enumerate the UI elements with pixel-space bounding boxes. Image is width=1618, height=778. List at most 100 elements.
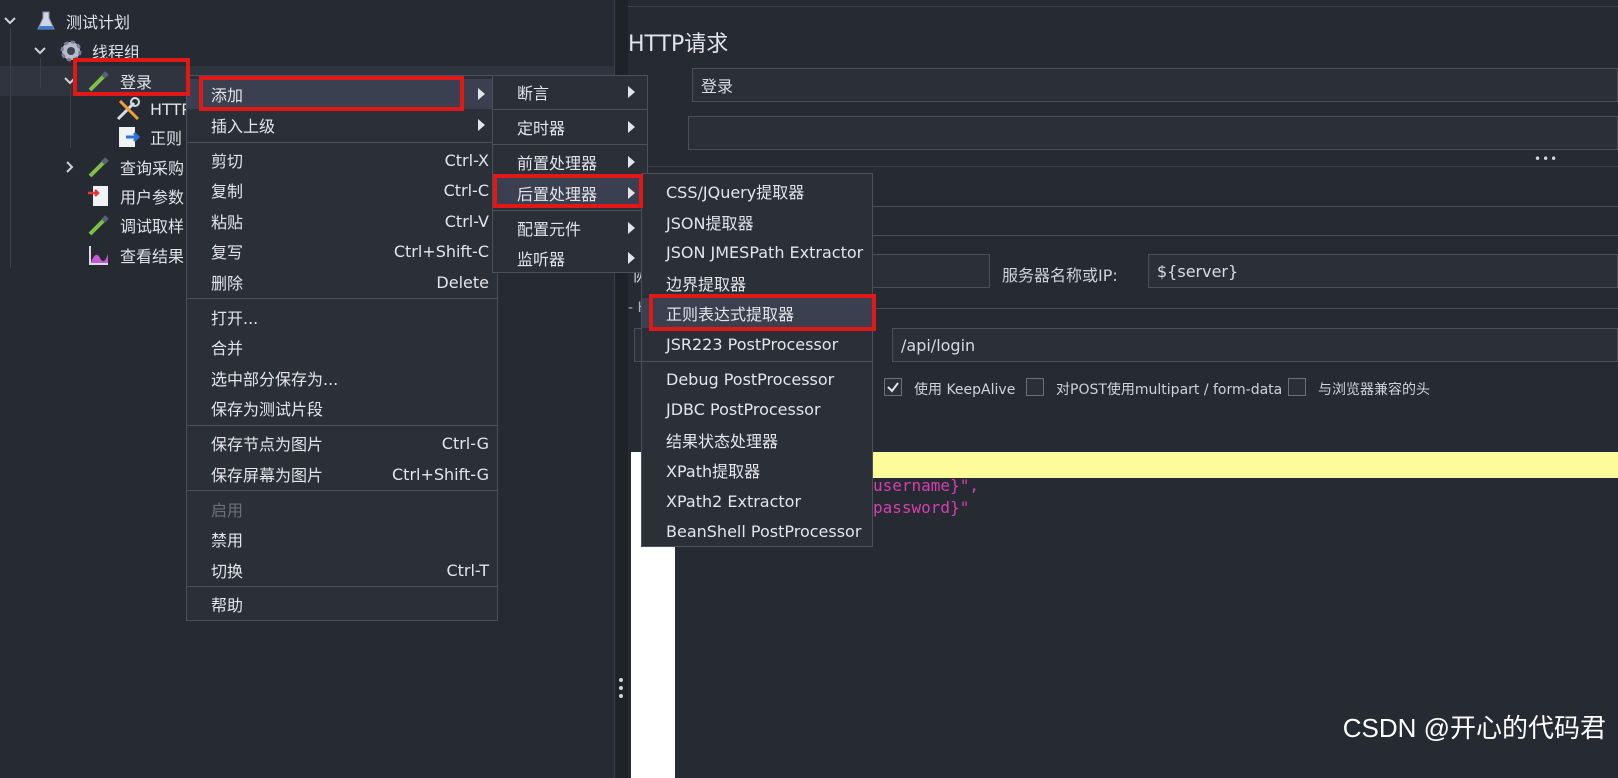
multipart-checkbox[interactable]: [1026, 378, 1044, 396]
tree-item-view-results[interactable]: 查看结果: [86, 240, 184, 270]
menu-item-label: 粘贴: [211, 213, 244, 232]
menu-item-label: JSR223 PostProcessor: [666, 334, 839, 354]
annotation-box-add: [199, 76, 464, 111]
menu-shortcut: Ctrl-G: [441, 433, 489, 453]
menu-item-label: 保存为测试片段: [211, 400, 324, 419]
drag-handle-dot: [619, 686, 623, 690]
menu-item-label: 配置元件: [517, 220, 582, 239]
tree-item-regex[interactable]: 正则: [114, 122, 182, 152]
menu-item-label: JSON JMESPath Extractor: [666, 242, 864, 262]
menu-item-help[interactable]: 帮助: [187, 589, 497, 619]
code-line: password}": [873, 498, 970, 517]
path-field-value: /api/login: [901, 335, 976, 355]
pipette-icon: [88, 157, 109, 178]
menu-item-delete[interactable]: 删除 Delete: [187, 267, 497, 297]
submenu-item-xpath[interactable]: XPath提取器: [642, 455, 872, 485]
chevron-down-icon[interactable]: [2, 13, 18, 29]
menu-item-label: 禁用: [211, 531, 244, 550]
tree-item-label: 查询采购: [120, 159, 185, 178]
tree-item-http[interactable]: HTTP: [114, 94, 191, 124]
submenu-item-jsr223[interactable]: JSR223 PostProcessor: [642, 329, 872, 359]
menu-item-open[interactable]: 打开...: [187, 302, 497, 332]
menu-item-label: 监听器: [517, 250, 566, 269]
postprocessor-submenu: CSS/JQuery提取器 JSON提取器 JSON JMESPath Extr…: [641, 173, 873, 547]
divider: [628, 166, 1618, 167]
menu-shortcut: Ctrl-T: [446, 560, 489, 580]
name-field[interactable]: 登录: [692, 68, 1618, 102]
menu-item-label: 边界提取器: [666, 275, 747, 294]
tree-item-test-plan[interactable]: 测试计划: [2, 6, 130, 36]
submenu-arrow-icon: [628, 156, 635, 168]
protocol-field[interactable]: [872, 254, 990, 288]
tree-item-debug-sampler[interactable]: 调试取样: [86, 210, 184, 240]
menu-item-cut[interactable]: 剪切 Ctrl-X: [187, 145, 497, 175]
menu-item-save-selection[interactable]: 选中部分保存为...: [187, 363, 497, 393]
menu-separator: [187, 586, 497, 587]
menu-item-toggle[interactable]: 切换 Ctrl-T: [187, 555, 497, 585]
comment-field[interactable]: [688, 116, 1618, 150]
menu-item-label: 合并: [211, 339, 244, 358]
submenu-item-timer[interactable]: 定时器: [493, 112, 647, 142]
menu-item-paste[interactable]: 粘贴 Ctrl-V: [187, 206, 497, 236]
tree-item-query[interactable]: 查询采购: [62, 152, 184, 182]
menu-item-label: 删除: [211, 274, 244, 293]
server-field-value: ${server}: [1157, 261, 1239, 281]
annotation-box-postprocessor: [493, 174, 643, 208]
menu-shortcut: Ctrl-X: [444, 150, 489, 170]
menu-item-label: 结果状态处理器: [666, 432, 779, 451]
menu-item-disable[interactable]: 禁用: [187, 524, 497, 554]
chevron-right-icon[interactable]: [62, 159, 78, 175]
tree-item-label: 用户参数: [120, 188, 185, 207]
submenu-arrow-icon: [478, 88, 485, 100]
server-label: 服务器名称或IP:: [1002, 266, 1118, 285]
browser-headers-label: 与浏览器兼容的头: [1318, 382, 1430, 398]
menu-item-label: Debug PostProcessor: [666, 369, 835, 389]
submenu-item-preprocessor[interactable]: 前置处理器: [493, 147, 647, 177]
submenu-item-beanshell[interactable]: BeanShell PostProcessor: [642, 516, 872, 546]
submenu-item-result-status[interactable]: 结果状态处理器: [642, 425, 872, 455]
path-field[interactable]: /api/login: [892, 328, 1618, 362]
submenu-item-assertion[interactable]: 断言: [493, 77, 647, 107]
menu-shortcut: Ctrl-V: [444, 211, 489, 231]
menu-item-save-fragment[interactable]: 保存为测试片段: [187, 393, 497, 423]
menu-item-duplicate[interactable]: 复写 Ctrl+Shift-C: [187, 236, 497, 266]
submenu-item-jdbc[interactable]: JDBC PostProcessor: [642, 394, 872, 424]
menu-separator: [187, 142, 497, 143]
chevron-down-icon[interactable]: [32, 43, 48, 59]
keepalive-checkbox[interactable]: [884, 378, 902, 396]
submenu-item-listener[interactable]: 监听器: [493, 243, 647, 273]
submenu-item-jmespath[interactable]: JSON JMESPath Extractor: [642, 237, 872, 267]
annotation-box-regex: [649, 294, 876, 331]
submenu-item-config[interactable]: 配置元件: [493, 213, 647, 243]
menu-item-label: 帮助: [211, 596, 244, 615]
menu-separator: [187, 490, 497, 491]
menu-item-insert-parent[interactable]: 插入上级: [187, 110, 497, 140]
menu-item-save-screen-image[interactable]: 保存屏幕为图片 Ctrl+Shift-G: [187, 459, 497, 489]
browser-headers-checkbox[interactable]: [1288, 378, 1306, 396]
flask-icon: [37, 11, 55, 30]
menu-item-label: 复制: [211, 182, 244, 201]
submenu-item-debug[interactable]: Debug PostProcessor: [642, 364, 872, 394]
panel-title: HTTP请求: [628, 32, 729, 57]
drag-handle-dot: [619, 678, 623, 682]
menu-item-label: 定时器: [517, 119, 566, 138]
tree-item-user-params[interactable]: 用户参数: [86, 181, 184, 211]
menu-item-merge[interactable]: 合并: [187, 332, 497, 362]
menu-item-label: 插入上级: [211, 117, 276, 136]
submenu-item-xpath2[interactable]: XPath2 Extractor: [642, 486, 872, 516]
submenu-item-css-jquery[interactable]: CSS/JQuery提取器: [642, 176, 872, 206]
menu-item-save-node-image[interactable]: 保存节点为图片 Ctrl-G: [187, 428, 497, 458]
code-line: username}",: [873, 476, 979, 495]
wrench-icon: [116, 97, 140, 121]
server-field[interactable]: ${server}: [1148, 254, 1618, 288]
menu-item-label: 前置处理器: [517, 154, 598, 173]
menu-item-enable: 启用: [187, 494, 497, 524]
menu-item-copy[interactable]: 复制 Ctrl-C: [187, 175, 497, 205]
tree-guide-line: [70, 88, 71, 148]
submenu-arrow-icon: [478, 119, 485, 131]
more-options-icon[interactable]: •••: [1534, 152, 1558, 166]
section-border: [872, 308, 1618, 309]
menu-shortcut: Ctrl+Shift-G: [392, 464, 489, 484]
submenu-item-json[interactable]: JSON提取器: [642, 207, 872, 237]
tree-item-label: 正则: [150, 129, 183, 148]
